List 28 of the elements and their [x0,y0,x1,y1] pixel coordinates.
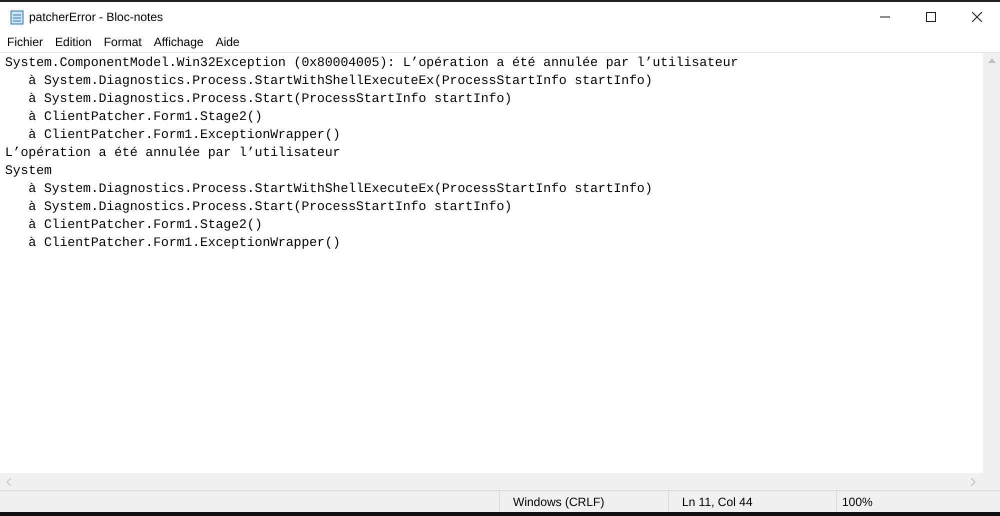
notepad-icon [9,9,25,25]
scroll-up-icon [988,58,996,63]
maximize-icon [926,12,936,22]
text-line: à ClientPatcher.Form1.ExceptionWrapper() [27,126,340,144]
menu-item[interactable]: Fichier [1,32,50,52]
text-line: à ClientPatcher.Form1.Stage2() [27,108,262,126]
text-line: à System.Diagnostics.Process.Start(ProcessStartInfo startInfo) [27,90,512,108]
cursor-position-status: Ln 11, Col 44 [682,494,752,510]
text-line: L’opération a été annulée par l’utilisateur [5,144,340,162]
text-line: à ClientPatcher.Form1.ExceptionWrapper() [27,234,340,252]
scroll-left-icon [6,478,11,486]
text-line: à System.Diagnostics.Process.StartWithShellExecuteEx(ProcessStartInfo startInfo) [27,180,653,198]
zoom-status: 100% [842,494,873,510]
text-line: System [5,162,52,180]
menu-item[interactable]: Format [98,32,148,52]
menu-item[interactable]: Aide [210,32,246,52]
text-line: à System.Diagnostics.Process.StartWithShellExecuteEx(ProcessStartInfo startInfo) [27,72,653,90]
text-line: System.ComponentModel.Win32Exception (0x80004005): L’opération a été annulée par l’utilisateur [5,54,738,72]
line-ending-status: Windows (CRLF) [513,494,604,510]
close-icon [972,12,982,22]
vertical-scrollbar[interactable] [983,53,1000,473]
text-line: à System.Diagnostics.Process.Start(ProcessStartInfo startInfo) [27,198,512,216]
horizontal-scrollbar[interactable] [0,473,1000,490]
text-line: à ClientPatcher.Form1.Stage2() [27,216,262,234]
window-title: patcherError - Bloc-notes [29,9,164,26]
menu-item[interactable]: Affichage [148,32,210,52]
menu-item[interactable]: Edition [49,32,98,52]
scroll-right-icon [971,478,976,486]
